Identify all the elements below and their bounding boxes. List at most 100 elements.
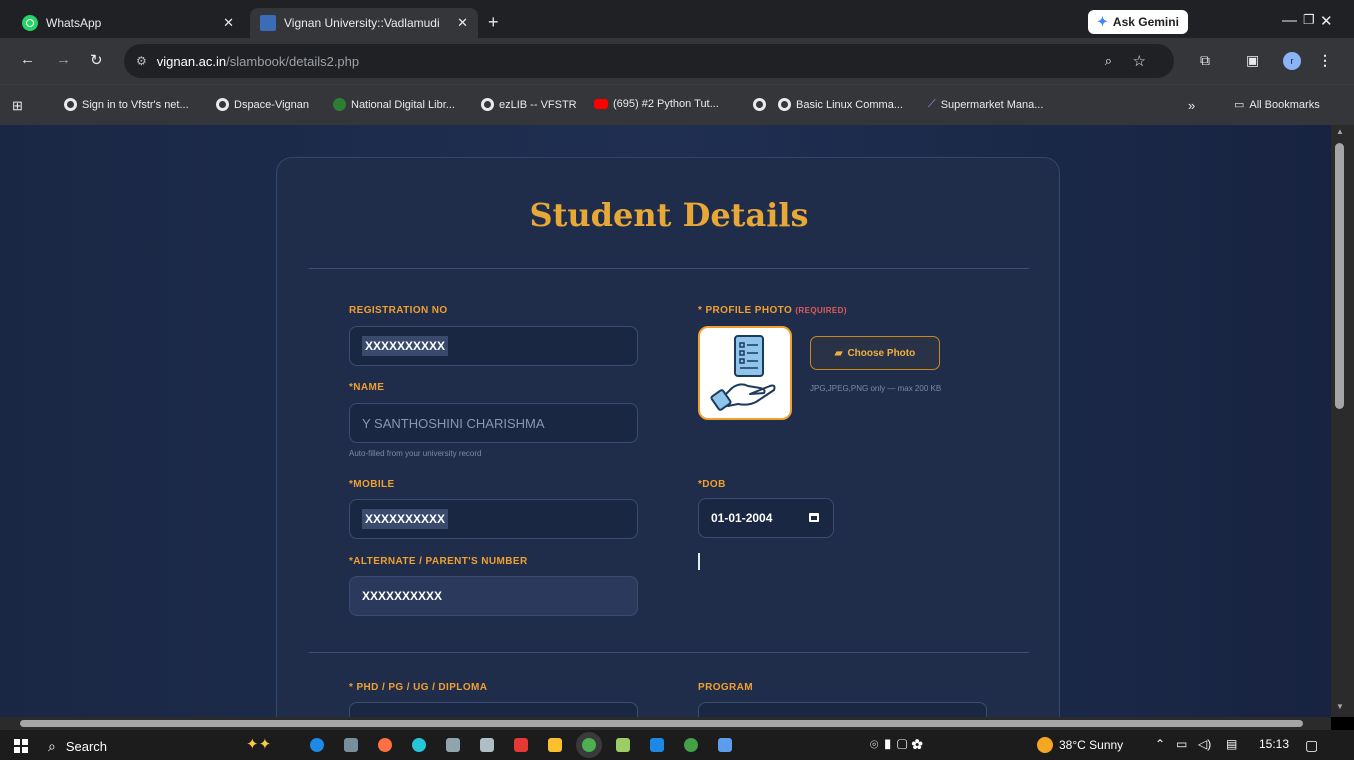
site-info-icon[interactable]: ⚙ (136, 54, 147, 68)
url-host: vignan.ac.in (156, 53, 227, 69)
calendar-icon[interactable] (809, 513, 819, 522)
new-tab-icon[interactable]: + (488, 12, 499, 33)
vscode-icon[interactable] (650, 738, 664, 752)
registration-input[interactable]: XXXXXXXXXX (349, 326, 638, 366)
notifications-icon[interactable]: ▢ (1305, 737, 1318, 754)
app-icon[interactable] (718, 738, 732, 752)
bookmark-item[interactable]: Dspace-Vignan (216, 98, 309, 111)
weather-widget[interactable]: 38°C Sunny (1037, 737, 1123, 753)
bookmark-item[interactable]: National Digital Libr... (333, 98, 455, 111)
app-icon[interactable] (446, 738, 460, 752)
forward-icon[interactable]: → (56, 51, 71, 68)
close-tab-icon[interactable]: ✕ (223, 15, 234, 31)
menu-icon[interactable]: ⋮ (1318, 52, 1332, 69)
acrobat-icon[interactable] (514, 738, 528, 752)
ndl-icon (333, 98, 346, 111)
dob-label: *DOB (698, 479, 726, 490)
bookmark-label: Dspace-Vignan (234, 98, 310, 111)
minimize-icon[interactable]: — (1282, 12, 1297, 29)
url-path: /slambook/details2.php (226, 53, 360, 69)
profile-avatar[interactable]: r (1283, 52, 1301, 70)
tray-chevron-icon[interactable]: ⌃ (1155, 737, 1165, 751)
scroll-down-icon[interactable]: ▼ (1336, 702, 1344, 711)
taskbar: ⌕ Search ✦✦ ⌾ ▮ ▢ ✿ 38°C Sunny ⌃ ▭ ◁) ▤ … (0, 730, 1354, 760)
choose-photo-label: Choose Photo (847, 347, 916, 359)
extensions-icon[interactable]: ⧉ (1200, 52, 1210, 69)
folder-icon: ▰ (834, 347, 843, 359)
clock[interactable]: 15:13 (1259, 737, 1289, 751)
volume-icon[interactable]: ◁) (1198, 737, 1211, 751)
skype-icon[interactable] (310, 738, 324, 752)
search-icon: ⌕ (48, 738, 56, 754)
app-icon[interactable] (344, 738, 358, 752)
browser-toolbar: ← → ↻ ⚙ vignan.ac.in/slambook/details2.p… (0, 38, 1354, 84)
vignan-favicon (260, 15, 276, 31)
bookmark-item[interactable] (753, 98, 766, 111)
bookmark-item[interactable]: ezLIB -- VFSTR (481, 98, 577, 111)
all-bookmarks[interactable]: ▭ All Bookmarks (1234, 98, 1320, 112)
taskbar-search[interactable]: ⌕ Search (48, 738, 107, 755)
bookmark-item[interactable]: (695) #2 Python Tut... (594, 98, 719, 110)
registration-value: XXXXXXXXXX (362, 336, 449, 356)
bookmark-item[interactable]: Basic Linux Comma... (778, 98, 903, 111)
back-icon[interactable]: ← (20, 51, 35, 68)
bookmark-label: Supermarket Mana... (940, 98, 1044, 111)
close-tab-icon[interactable]: ✕ (457, 15, 468, 31)
reload-icon[interactable]: ↻ (90, 51, 103, 69)
chrome-icon[interactable] (582, 738, 596, 752)
network-icon[interactable]: ▭ (1176, 737, 1187, 751)
choose-photo-button[interactable]: ▰ Choose Photo (810, 336, 940, 370)
alternate-input[interactable]: XXXXXXXXXX (349, 576, 638, 616)
scrollbar-thumb[interactable] (20, 720, 1303, 727)
page-title: Student Details (529, 196, 809, 234)
notes-icon[interactable] (616, 738, 630, 752)
title-divider (309, 268, 1029, 269)
sun-icon (1037, 737, 1053, 753)
bookmark-label: (695) #2 Python Tut... (613, 98, 719, 110)
chrome-icon[interactable] (684, 738, 698, 752)
photo-hint: JPG,JPEG,PNG only — max 200 KB (810, 384, 942, 393)
program-select[interactable] (698, 702, 987, 717)
name-input[interactable]: Y SANTHOSHINI CHARISHMA (349, 403, 638, 443)
reading-list-icon[interactable]: ▣ (1246, 52, 1259, 69)
level-label: * PHD / PG / UG / DIPLOMA (349, 682, 488, 693)
zoom-icon[interactable]: ⌕ (1105, 53, 1112, 69)
address-bar[interactable]: ⚙ vignan.ac.in/slambook/details2.php ⌕ ☆ (124, 44, 1174, 78)
bookmark-item[interactable]: ⟋ Supermarket Mana... (928, 98, 1043, 111)
search-label: Search (65, 739, 108, 754)
copilot-sparkle-icon[interactable]: ✦✦ (246, 735, 271, 753)
name-value: Y SANTHOSHINI CHARISHMA (362, 415, 545, 431)
alternate-value: XXXXXXXXXX (362, 589, 443, 603)
scrollbar-thumb[interactable] (1335, 143, 1344, 409)
globe-icon (753, 98, 766, 111)
camera-icon[interactable]: ⌾ ▮ ▢ ✿ (870, 736, 923, 753)
bookmark-item[interactable]: Sign in to Vfstr's net... (64, 98, 189, 111)
keyboard-icon[interactable]: ▤ (1226, 737, 1237, 751)
apps-grid-icon[interactable]: ⊞ (12, 98, 23, 114)
vertical-scrollbar[interactable]: ▲ ▼ (1331, 125, 1354, 717)
ask-gemini-button[interactable]: ✦ Ask Gemini (1088, 10, 1188, 34)
restore-icon[interactable]: ❐ (1303, 12, 1315, 28)
calculator-icon[interactable] (480, 738, 494, 752)
text-cursor (698, 553, 700, 570)
tab-vignan[interactable]: Vignan University::Vadlamudi ✕ (250, 8, 478, 38)
bookmark-star-icon[interactable]: ☆ (1133, 52, 1146, 70)
chevron-right-icon[interactable]: » (1188, 98, 1195, 113)
registration-label: REGISTRATION NO (349, 305, 448, 316)
file-explorer-icon[interactable] (548, 738, 562, 752)
edge-icon[interactable] (412, 738, 426, 752)
photo-label: * PROFILE PHOTO (REQUIRED) (698, 305, 847, 316)
close-window-icon[interactable]: ✕ (1320, 12, 1333, 30)
horizontal-scrollbar[interactable] (0, 717, 1331, 730)
windows-start-icon[interactable] (14, 739, 28, 753)
dob-input[interactable]: 01-01-2004 (698, 498, 834, 538)
level-select[interactable] (349, 702, 638, 717)
firefox-icon[interactable] (378, 738, 392, 752)
globe-icon (778, 98, 791, 111)
dob-value: 01-01-2004 (711, 511, 773, 525)
globe-icon (216, 98, 229, 111)
tab-whatsapp[interactable]: WhatsApp ✕ (12, 8, 244, 38)
scroll-up-icon[interactable]: ▲ (1336, 127, 1344, 136)
mobile-input[interactable]: XXXXXXXXXX (349, 499, 638, 539)
globe-icon (64, 98, 77, 111)
